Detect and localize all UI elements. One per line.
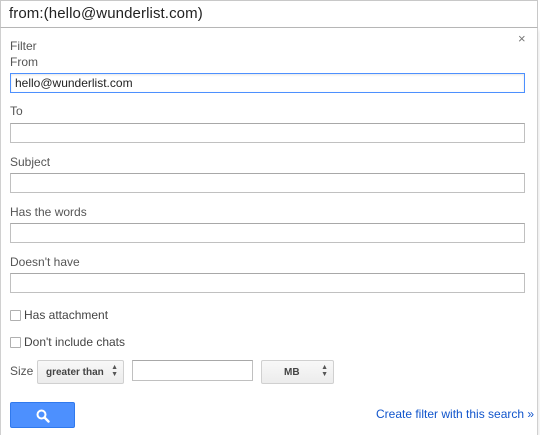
select-arrows-icon: ▲ ▼: [111, 364, 118, 378]
dont-include-chats-label: Don't include chats: [24, 335, 126, 349]
create-filter-link[interactable]: Create filter with this search »: [376, 407, 534, 421]
size-unit-value: MB: [284, 367, 300, 378]
close-icon[interactable]: ×: [518, 32, 526, 45]
size-operator-select[interactable]: greater than ▲ ▼: [37, 360, 124, 384]
size-operator-value: greater than: [46, 367, 104, 378]
subject-label: Subject: [10, 155, 51, 169]
search-query[interactable]: from:(hello@wunderlist.com): [9, 5, 203, 22]
search-icon: [36, 409, 50, 423]
has-words-label: Has the words: [10, 205, 87, 219]
size-value-input[interactable]: [132, 360, 253, 381]
search-bar[interactable]: from:(hello@wunderlist.com): [0, 0, 538, 28]
size-unit-select[interactable]: MB ▲ ▼: [261, 360, 334, 384]
from-field[interactable]: [10, 73, 525, 93]
has-words-field[interactable]: [10, 223, 525, 243]
select-arrows-icon: ▲ ▼: [321, 364, 328, 378]
subject-field[interactable]: [10, 173, 525, 193]
to-label: To: [10, 104, 23, 118]
to-field[interactable]: [10, 123, 525, 143]
has-attachment-checkbox[interactable]: [10, 310, 21, 321]
filter-title: Filter: [10, 39, 37, 53]
doesnt-have-field[interactable]: [10, 273, 525, 293]
search-button[interactable]: [10, 402, 75, 428]
doesnt-have-label: Doesn't have: [10, 255, 80, 269]
size-label: Size: [10, 364, 34, 378]
has-attachment-label: Has attachment: [24, 308, 109, 322]
dont-include-chats-checkbox[interactable]: [10, 337, 21, 348]
from-label: From: [10, 55, 38, 69]
